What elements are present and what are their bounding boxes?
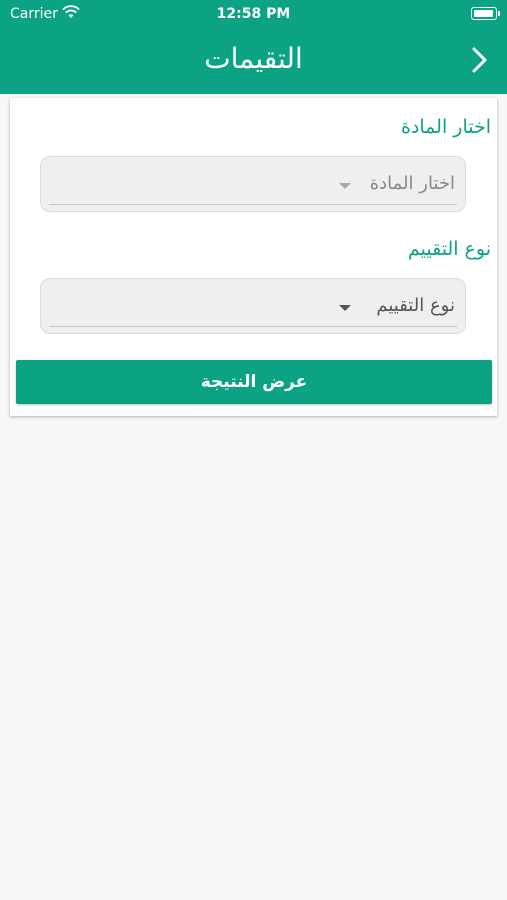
caret-down-icon <box>339 305 351 311</box>
caret-down-icon <box>339 183 351 189</box>
show-result-button[interactable]: عرض النتيجة <box>16 360 492 404</box>
back-button[interactable] <box>465 44 493 76</box>
dropdown-underline <box>49 204 457 205</box>
dropdown-underline <box>49 326 457 327</box>
app-header: Carrier 12:58 PM التقيمات <box>0 0 507 94</box>
page-title: التقيمات <box>204 42 303 75</box>
subject-label: اختار المادة <box>400 116 491 138</box>
battery-icon <box>471 7 500 20</box>
evaluation-type-label: نوع التقييم <box>407 238 491 260</box>
status-bar: Carrier 12:58 PM <box>0 0 507 28</box>
subject-dropdown-value: اختار المادة <box>369 173 455 194</box>
evaluation-form-card: اختار المادة اختار المادة نوع التقييم نو… <box>10 98 497 416</box>
subject-dropdown[interactable]: اختار المادة <box>40 156 466 212</box>
chevron-right-icon <box>472 47 487 73</box>
status-time: 12:58 PM <box>216 6 291 22</box>
evaluation-type-dropdown-value: نوع التقييم <box>376 295 455 316</box>
evaluation-type-dropdown[interactable]: نوع التقييم <box>40 278 466 334</box>
